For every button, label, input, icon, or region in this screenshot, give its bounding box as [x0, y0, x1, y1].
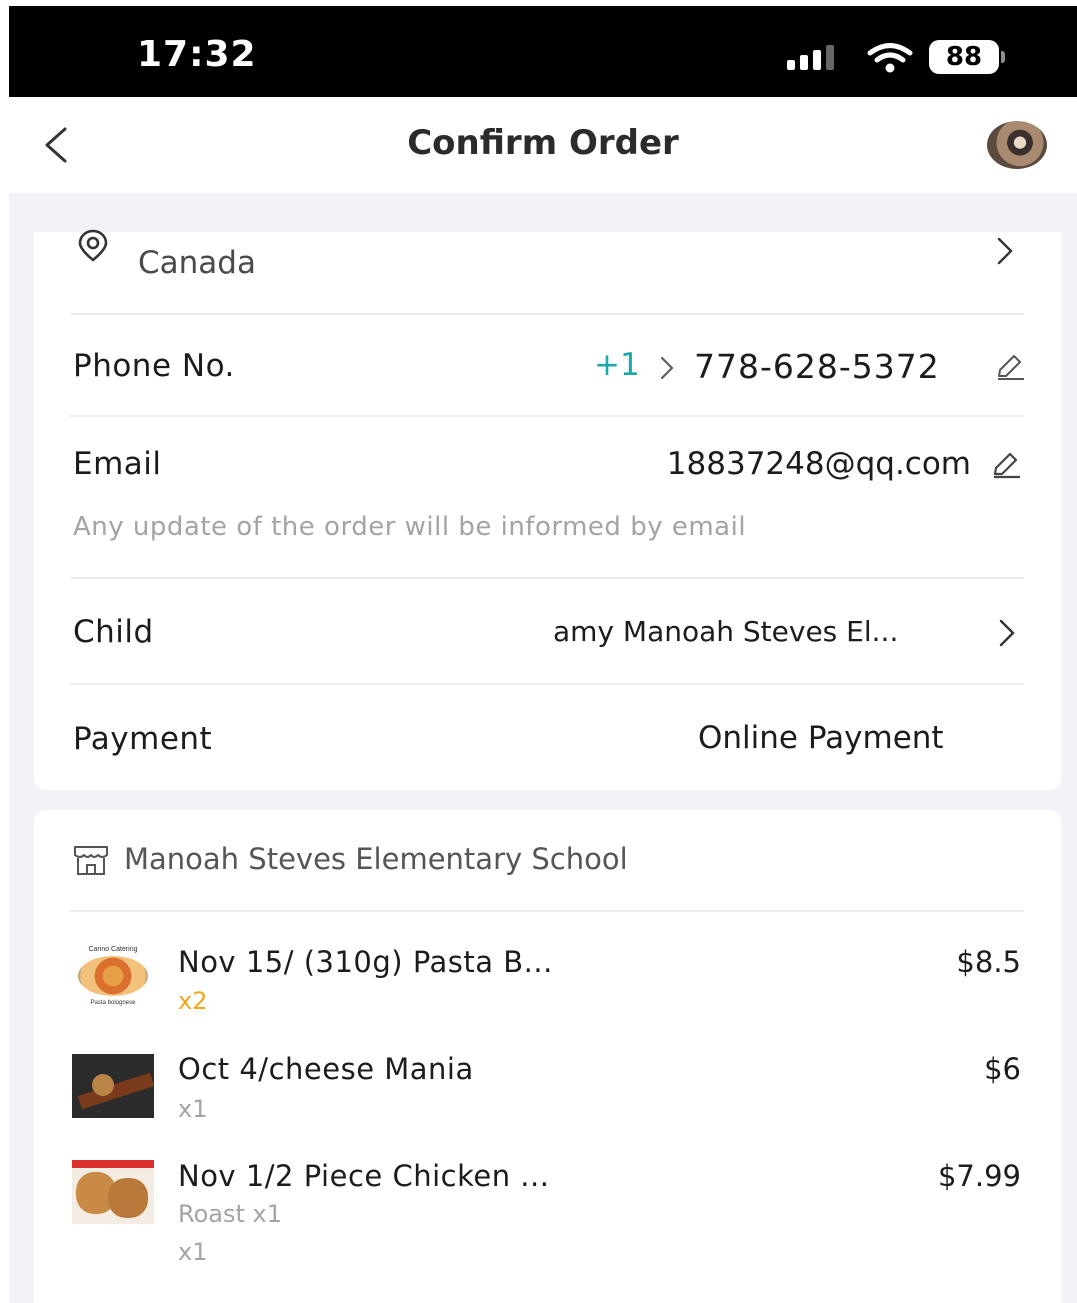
phone-label: Phone No.	[73, 348, 235, 384]
child-value[interactable]: amy Manoah Steves El...	[553, 615, 898, 648]
thumb-caption-top: Carino Catering	[88, 946, 138, 953]
status-time: 17:32	[137, 34, 257, 75]
item-price: $8.5	[956, 945, 1021, 979]
location-pin-icon	[78, 229, 108, 262]
divider	[70, 910, 1024, 912]
item-thumbnail-chicken	[72, 1160, 154, 1224]
item-price: $7.99	[937, 1159, 1021, 1193]
wifi-icon	[867, 43, 913, 73]
edit-icon[interactable]	[990, 450, 1022, 480]
status-bar: 17:32 88	[9, 6, 1077, 97]
edit-icon[interactable]	[994, 352, 1026, 382]
item-name[interactable]: Oct 4/cheese Mania	[178, 1052, 474, 1086]
email-label: Email	[73, 446, 162, 482]
address-text[interactable]: Canada	[138, 245, 256, 281]
item-price: $6	[984, 1052, 1021, 1086]
cellular-signal-icon	[787, 45, 834, 70]
payment-label: Payment	[73, 721, 213, 757]
chevron-right-icon[interactable]	[996, 236, 1014, 266]
thumb-caption-bottom: Pasta bolognese	[90, 1000, 136, 1006]
item-quantity: x1	[178, 1095, 208, 1123]
divider	[70, 415, 1024, 417]
divider	[70, 577, 1024, 579]
phone-number[interactable]: 778-628-5372	[694, 347, 940, 386]
email-value[interactable]: 18837248@qq.com	[667, 446, 971, 482]
chevron-right-icon[interactable]	[660, 356, 674, 380]
item-name[interactable]: Nov 1/2 Piece Chicken ...	[178, 1159, 549, 1193]
chevron-right-icon[interactable]	[998, 618, 1016, 648]
item-thumbnail-cheese	[72, 1054, 154, 1118]
divider	[70, 683, 1024, 685]
pasta-photo	[78, 956, 148, 996]
battery-tip	[1001, 51, 1005, 63]
item-name[interactable]: Nov 15/ (310g) Pasta B...	[178, 945, 553, 979]
item-option: Roast x1	[178, 1200, 283, 1228]
cheese-photo	[77, 1072, 154, 1110]
page-title: Confirm Order	[407, 123, 679, 163]
chicken-photo-detail	[108, 1178, 148, 1218]
child-label: Child	[73, 614, 154, 650]
item-quantity: x2	[178, 987, 208, 1015]
avatar[interactable]	[987, 121, 1047, 169]
store-name: Manoah Steves Elementary School	[124, 842, 628, 876]
chicken-photo-band	[72, 1160, 154, 1168]
cheese-photo-detail	[92, 1074, 114, 1096]
email-hint: Any update of the order will be informed…	[73, 512, 747, 542]
battery-indicator: 88	[929, 40, 999, 74]
store-icon	[74, 846, 108, 875]
phone-country-code[interactable]: +1	[594, 347, 640, 383]
payment-value[interactable]: Online Payment	[698, 720, 944, 756]
contact-details-card	[34, 232, 1061, 790]
nav-bar: Confirm Order	[9, 97, 1077, 193]
divider	[70, 313, 1024, 315]
item-thumbnail-pasta: Carino Catering Pasta bolognese	[72, 944, 154, 1008]
item-quantity: x1	[178, 1238, 208, 1266]
